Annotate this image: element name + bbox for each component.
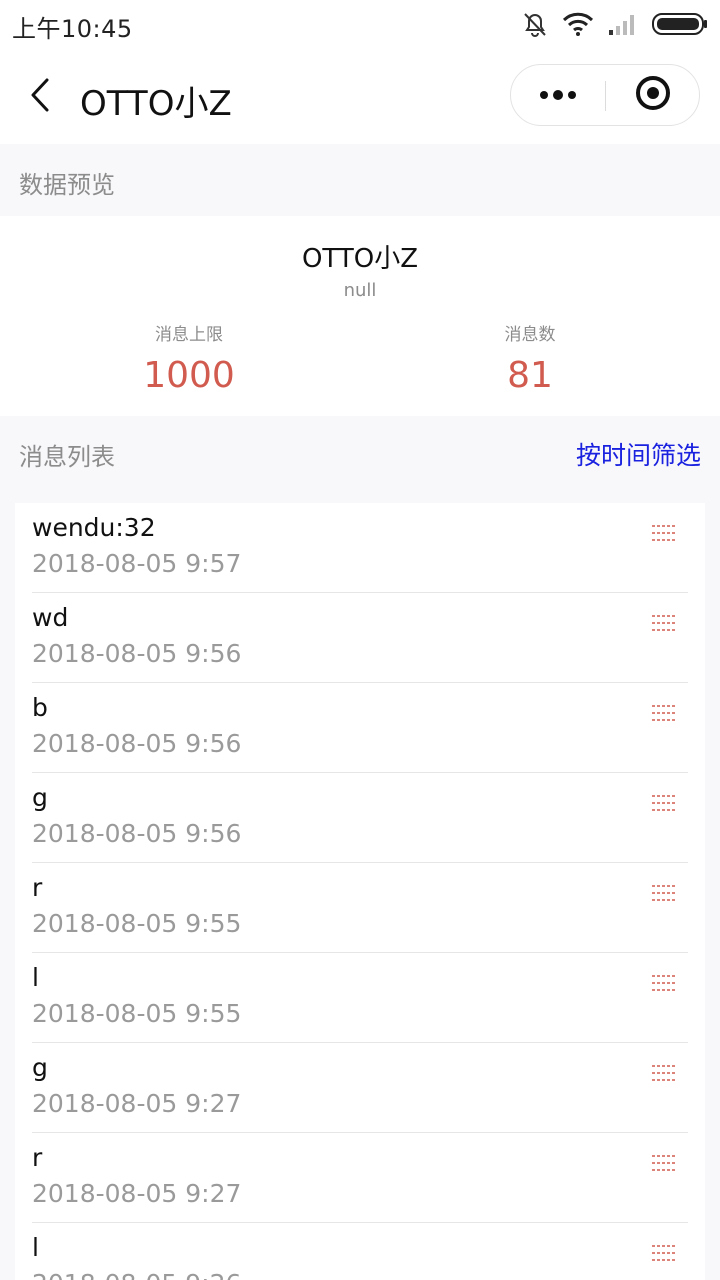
message-title: l xyxy=(32,963,39,992)
message-time: 2018-08-05 9:56 xyxy=(32,819,242,848)
close-button[interactable] xyxy=(606,65,700,125)
message-time: 2018-08-05 9:55 xyxy=(32,909,242,938)
bell-off-icon xyxy=(522,10,548,42)
detail-list-icon xyxy=(650,883,678,903)
message-title: l xyxy=(32,1233,39,1262)
page-title: OTTO小Z xyxy=(80,84,232,124)
detail-list-icon xyxy=(650,1243,678,1263)
back-button[interactable] xyxy=(18,72,62,122)
more-icon xyxy=(538,86,578,105)
more-button[interactable] xyxy=(511,65,605,125)
detail-list-icon xyxy=(650,613,678,633)
message-title: wd xyxy=(32,603,69,632)
list-item[interactable]: r 2018-08-05 9:55 xyxy=(32,863,688,953)
detail-list-icon xyxy=(650,973,678,993)
preview-section-label: 数据预览 xyxy=(19,171,115,199)
message-time: 2018-08-05 9:57 xyxy=(32,549,242,578)
list-item[interactable]: l 2018-08-05 9:55 xyxy=(32,953,688,1043)
signal-icon xyxy=(608,12,638,40)
message-time: 2018-08-05 9:55 xyxy=(32,999,242,1028)
list-item[interactable]: g 2018-08-05 9:27 xyxy=(32,1043,688,1133)
device-name: OTTO小Z xyxy=(301,244,419,274)
message-limit-label: 消息上限 xyxy=(155,325,223,345)
filter-by-time-link[interactable]: 按时间筛选 xyxy=(576,436,701,472)
message-count-label: 消息数 xyxy=(504,325,556,345)
message-time: 2018-08-05 9:56 xyxy=(32,639,242,668)
message-title: r xyxy=(32,1143,43,1172)
device-description: null xyxy=(343,280,377,301)
status-icons xyxy=(522,10,708,42)
status-time: 上午10:45 xyxy=(12,15,133,43)
message-count-stat: 消息数 81 xyxy=(410,320,650,396)
list-item[interactable]: b 2018-08-05 9:56 xyxy=(32,683,688,773)
message-time: 2018-08-05 9:27 xyxy=(32,1089,242,1118)
list-section-header: 消息列表 按时间筛选 xyxy=(0,416,720,502)
detail-list-icon xyxy=(650,703,678,723)
status-bar: 上午10:45 xyxy=(0,0,720,50)
message-title: g xyxy=(32,783,48,812)
preview-section-header: 数据预览 xyxy=(0,144,720,216)
message-time: 2018-08-05 9:27 xyxy=(32,1179,242,1208)
list-item[interactable]: wd 2018-08-05 9:56 xyxy=(32,593,688,683)
close-target-icon xyxy=(635,75,671,115)
message-time: 2018-08-05 9:26 xyxy=(32,1269,241,1280)
message-limit-value: 1000 xyxy=(143,355,235,396)
message-count-value: 81 xyxy=(507,355,553,396)
battery-icon xyxy=(652,12,708,40)
message-title: r xyxy=(32,873,43,902)
message-title: wendu:32 xyxy=(32,513,156,542)
list-section-label: 消息列表 xyxy=(19,443,115,471)
message-time: 2018-08-05 9:56 xyxy=(32,729,242,758)
wifi-icon xyxy=(562,11,594,41)
message-title: b xyxy=(32,693,48,722)
message-title: g xyxy=(32,1053,48,1082)
message-list: wendu:32 2018-08-05 9:57 wd 2018-08-05 9… xyxy=(15,503,705,1280)
list-item[interactable]: wendu:32 2018-08-05 9:57 xyxy=(32,503,688,593)
detail-list-icon xyxy=(650,1063,678,1083)
detail-list-icon xyxy=(650,523,678,543)
message-limit-stat: 消息上限 1000 xyxy=(69,320,309,396)
back-icon xyxy=(28,77,52,117)
detail-list-icon xyxy=(650,793,678,813)
list-item[interactable]: r 2018-08-05 9:27 xyxy=(32,1133,688,1223)
nav-bar: OTTO小Z xyxy=(0,50,720,144)
list-item[interactable]: g 2018-08-05 9:56 xyxy=(32,773,688,863)
detail-list-icon xyxy=(650,1153,678,1173)
list-item[interactable]: l 2018-08-05 9:26 xyxy=(32,1223,688,1280)
capsule-menu xyxy=(510,64,700,126)
preview-card: OTTO小Z null 消息上限 1000 消息数 81 xyxy=(0,216,720,416)
